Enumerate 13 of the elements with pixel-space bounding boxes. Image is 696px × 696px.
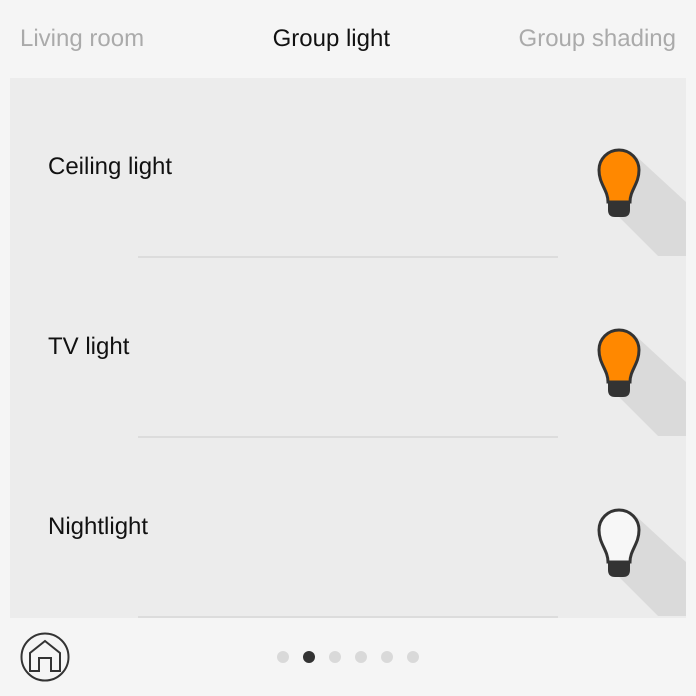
page-dot[interactable] xyxy=(381,651,393,663)
page-dot[interactable] xyxy=(407,651,419,663)
light-name: Nightlight xyxy=(48,513,148,541)
page-dot[interactable] xyxy=(329,651,341,663)
light-name: TV light xyxy=(48,333,130,361)
tab[interactable]: Group light xyxy=(272,25,390,53)
page-dot[interactable] xyxy=(277,651,289,663)
tab[interactable]: Living room xyxy=(20,25,144,53)
page-dot[interactable] xyxy=(355,651,367,663)
light-name: Ceiling light xyxy=(48,153,172,181)
tab[interactable]: Group shading xyxy=(518,25,676,53)
home-icon[interactable] xyxy=(20,632,70,682)
page-dot[interactable] xyxy=(303,651,315,663)
